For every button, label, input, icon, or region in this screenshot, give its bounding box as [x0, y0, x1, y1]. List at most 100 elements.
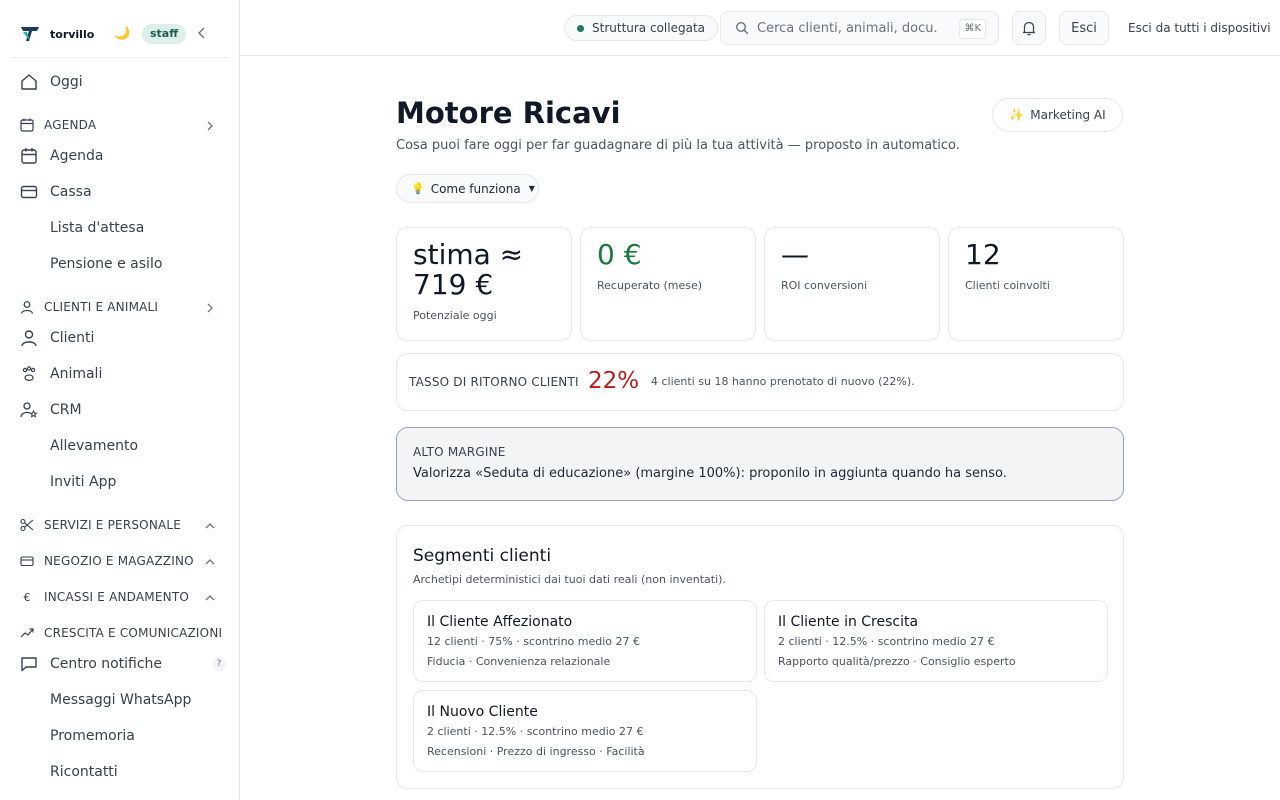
sidebar-item-label: CRM: [50, 402, 82, 418]
collapse-sidebar-button[interactable]: [196, 26, 210, 42]
moon-icon[interactable]: 🌙: [114, 26, 130, 41]
caret-down-icon: ▼: [528, 184, 535, 193]
logout-button[interactable]: Esci: [1059, 11, 1109, 45]
segment-tags: Recensioni · Prezzo di ingresso · Facili…: [427, 745, 645, 758]
help-badge[interactable]: ?: [212, 657, 226, 671]
sidebar-item-pensione-asilo[interactable]: Pensione e asilo: [20, 252, 230, 276]
sidebar-section-label: CRESCITA E COMUNICAZIONI: [44, 626, 223, 640]
euro-icon: €: [23, 590, 31, 604]
sidebar-item-messaggi-whatsapp[interactable]: Messaggi WhatsApp: [20, 688, 230, 712]
stat-card-recovered: 0 € Recuperato (mese): [580, 227, 756, 341]
stat-card-potential: stima ≈ 719 € Potenziale oggi: [396, 227, 572, 341]
segments-card: Segmenti clienti Archetipi deterministic…: [396, 525, 1124, 789]
chevron-right-icon: [204, 300, 216, 314]
stat-value: 0 €: [597, 238, 642, 271]
calendar-icon: [20, 147, 38, 165]
page-title: Motore Ricavi: [396, 96, 621, 130]
sidebar-item-label: Allevamento: [50, 438, 139, 454]
chevron-left-icon: [198, 27, 205, 39]
sidebar-item-clienti[interactable]: Clienti: [20, 326, 230, 350]
sidebar-section-label: NEGOZIO E MAGAZZINO: [44, 554, 194, 568]
stat-value: stima ≈ 719 €: [413, 238, 524, 301]
sidebar-item-inviti-app[interactable]: Inviti App: [20, 470, 230, 494]
sidebar-item-cassa[interactable]: Cassa: [20, 180, 230, 204]
sidebar-item-centro-notifiche[interactable]: Centro notifiche: [20, 652, 230, 676]
sidebar-section-label: SERVIZI E PERSONALE: [44, 518, 182, 532]
sidebar-item-animali[interactable]: Animali: [20, 362, 230, 386]
sidebar: torvillo 🌙 staff Oggi AGENDA Agenda Cass…: [0, 0, 240, 800]
search-input[interactable]: [757, 20, 937, 36]
scissors-icon: [20, 518, 34, 532]
segment-tags: Fiducia · Convenienza relazionale: [427, 655, 611, 668]
sidebar-section-label: INCASSI E ANDAMENTO: [44, 590, 189, 604]
credit-card-icon: [20, 183, 38, 201]
sidebar-section-agenda[interactable]: AGENDA: [20, 115, 220, 135]
sidebar-item-label: Agenda: [50, 148, 104, 164]
how-it-works-dropdown[interactable]: 💡 Come funziona ▼: [396, 174, 539, 203]
user-icon: [20, 329, 38, 347]
bell-icon: [1022, 21, 1036, 36]
chevron-up-icon: [204, 590, 216, 604]
notifications-button[interactable]: [1012, 11, 1046, 45]
page-subtitle: Cosa puoi fare oggi per far guadagnare d…: [396, 138, 960, 153]
home-icon: [20, 73, 38, 91]
search-icon: [735, 21, 749, 35]
sidebar-item-agenda[interactable]: Agenda: [20, 144, 230, 168]
user-star-icon: [20, 401, 38, 419]
sidebar-item-lista-attesa[interactable]: Lista d'attesa: [20, 216, 230, 240]
sidebar-item-ricontatti[interactable]: Ricontatti: [20, 760, 230, 784]
torvillo-logo-icon: [21, 27, 39, 41]
stat-label: ROI conversioni: [781, 279, 868, 292]
return-rate-description: 4 clienti su 18 hanno prenotato di nuovo…: [651, 375, 915, 388]
chevron-up-icon: [204, 554, 216, 568]
sidebar-section-crescita-comunicazioni[interactable]: CRESCITA E COMUNICAZIONI: [20, 623, 240, 643]
sidebar-item-label: Ricontatti: [50, 764, 118, 780]
topbar: Struttura collegata ⌘K Esci Esci da tutt…: [240, 0, 1280, 56]
segment-name: Il Nuovo Cliente: [427, 704, 538, 720]
marketing-ai-label: Marketing AI: [1030, 108, 1106, 122]
credit-card-icon: [20, 554, 34, 568]
segment-name: Il Cliente in Crescita: [778, 614, 919, 630]
segment-item[interactable]: Il Nuovo Cliente 2 clienti · 12.5% · sco…: [413, 690, 757, 772]
return-rate-label: TASSO DI RITORNO CLIENTI: [409, 375, 579, 389]
segment-meta: 12 clienti · 75% · scontrino medio 27 €: [427, 635, 641, 648]
return-rate-card: TASSO DI RITORNO CLIENTI 22% 4 clienti s…: [396, 353, 1124, 411]
high-margin-card[interactable]: ALTO MARGINE Valorizza «Seduta di educaz…: [396, 427, 1124, 501]
chevron-right-icon: [204, 118, 216, 132]
sidebar-item-allevamento[interactable]: Allevamento: [20, 434, 230, 458]
sidebar-section-servizi-personale[interactable]: SERVIZI E PERSONALE: [20, 515, 220, 535]
status-text: Struttura collegata: [592, 21, 705, 35]
sidebar-section-label: AGENDA: [44, 118, 97, 132]
segment-item[interactable]: Il Cliente Affezionato 12 clienti · 75% …: [413, 600, 757, 682]
role-badge: staff: [142, 24, 187, 44]
sidebar-item-oggi[interactable]: Oggi: [20, 70, 230, 94]
high-margin-title: ALTO MARGINE: [413, 445, 506, 459]
sidebar-section-clienti-animali[interactable]: CLIENTI E ANIMALI: [20, 297, 220, 317]
segment-name: Il Cliente Affezionato: [427, 614, 573, 630]
connection-status[interactable]: Struttura collegata: [564, 15, 718, 41]
message-square-icon: [20, 655, 38, 673]
segments-title: Segmenti clienti: [413, 546, 552, 566]
chevron-up-icon: [204, 518, 216, 532]
search-bar[interactable]: ⌘K: [720, 11, 999, 45]
sidebar-section-negozio-magazzino[interactable]: NEGOZIO E MAGAZZINO: [20, 551, 220, 571]
segment-item[interactable]: Il Cliente in Crescita 2 clienti · 12.5%…: [764, 600, 1108, 682]
status-dot-icon: [577, 24, 584, 32]
sidebar-item-label: Cassa: [50, 184, 92, 200]
brand[interactable]: torvillo: [20, 24, 94, 44]
stat-card-roi: — ROI conversioni: [764, 227, 940, 341]
stat-value: 12: [965, 238, 1001, 271]
marketing-ai-button[interactable]: ✨ Marketing AI: [992, 98, 1123, 132]
calendar-icon: [20, 118, 34, 132]
sidebar-item-label: Pensione e asilo: [50, 256, 163, 272]
sidebar-item-label: Promemoria: [50, 728, 135, 744]
logout-all-devices-button[interactable]: Esci da tutti i dispositivi: [1128, 11, 1271, 45]
user-icon: [20, 300, 34, 314]
sidebar-item-promemoria[interactable]: Promemoria: [20, 724, 230, 748]
stat-label: Recuperato (mese): [597, 279, 703, 292]
sidebar-item-label: Animali: [50, 366, 103, 382]
stat-card-clients: 12 Clienti coinvolti: [948, 227, 1124, 341]
sidebar-section-incassi-andamento[interactable]: € INCASSI E ANDAMENTO: [20, 587, 220, 607]
sidebar-item-crm[interactable]: CRM: [20, 398, 230, 422]
stat-label: Potenziale oggi: [413, 309, 497, 322]
